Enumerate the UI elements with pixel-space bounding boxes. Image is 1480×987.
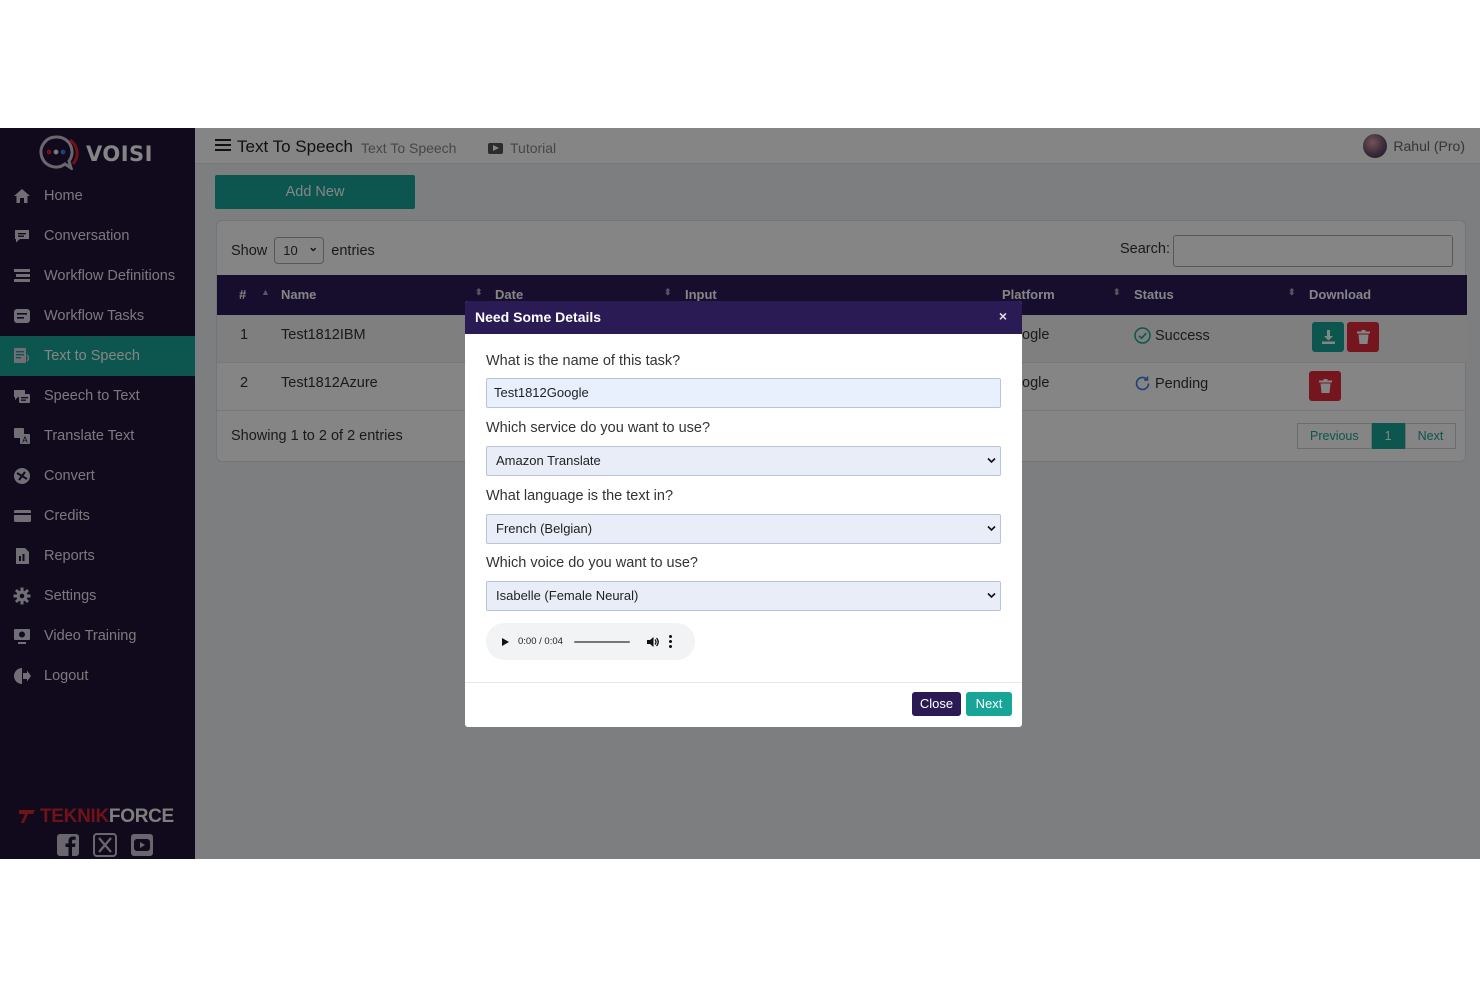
modal-header: Need Some Details ×: [465, 301, 1022, 334]
language-select[interactable]: French (Belgian): [486, 514, 1001, 544]
modal-divider: [465, 682, 1022, 683]
chevron-down-icon: [987, 592, 996, 599]
voice-label: Which voice do you want to use?: [486, 555, 698, 571]
language-label: What language is the text in?: [486, 488, 674, 504]
voice-select-value: Isabelle (Female Neural): [496, 588, 639, 603]
details-modal: Need Some Details × What is the name of …: [465, 301, 1022, 727]
volume-icon[interactable]: [646, 636, 659, 648]
audio-time: 0:00 / 0:04: [518, 636, 563, 647]
next-button[interactable]: Next: [966, 692, 1012, 716]
service-select[interactable]: Amazon Translate: [486, 446, 1001, 476]
close-button[interactable]: Close: [912, 692, 961, 716]
chevron-down-icon: [987, 525, 996, 532]
task-name-label: What is the name of this task?: [486, 353, 681, 369]
service-select-value: Amazon Translate: [496, 453, 601, 468]
voice-select[interactable]: Isabelle (Female Neural): [486, 581, 1001, 611]
close-icon[interactable]: ×: [999, 308, 1007, 324]
more-options-icon[interactable]: [668, 635, 672, 648]
modal-title: Need Some Details: [475, 309, 602, 325]
task-name-input[interactable]: Test1812Google: [486, 378, 1001, 408]
audio-progress-slider[interactable]: [573, 640, 630, 643]
audio-player: 0:00 / 0:04: [486, 623, 695, 660]
chevron-down-icon: [987, 457, 996, 464]
play-icon[interactable]: [502, 637, 509, 646]
service-label: Which service do you want to use?: [486, 420, 711, 436]
app-screen: VOISI Home Conversation Workflow Definit…: [0, 128, 1480, 859]
language-select-value: French (Belgian): [496, 521, 593, 536]
